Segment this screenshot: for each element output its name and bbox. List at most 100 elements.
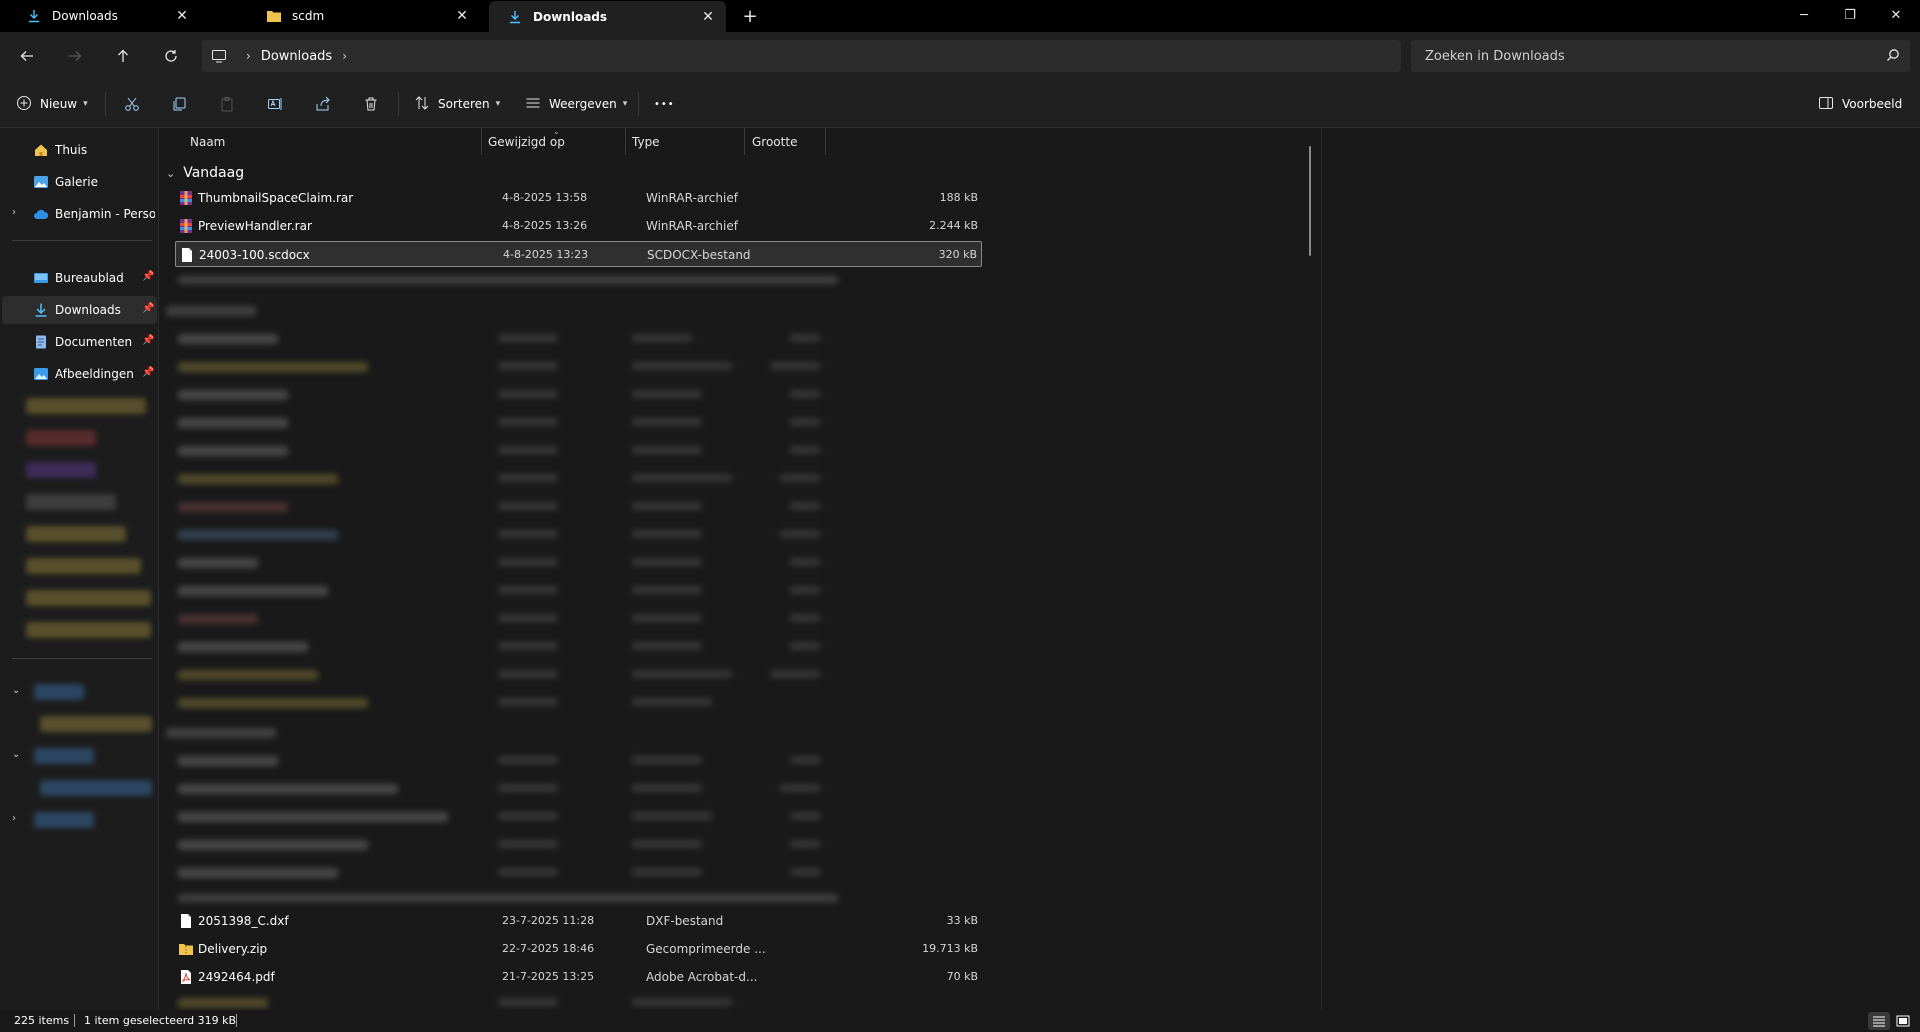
tab-downloads-active[interactable]: Downloads ✕	[489, 1, 726, 32]
chevron-down-icon: ▾	[622, 99, 628, 109]
selection-info: 1 item geselecteerd 319 kB	[84, 1014, 237, 1027]
divider	[236, 1014, 237, 1027]
column-header-size[interactable]: Grootte	[752, 128, 797, 156]
breadcrumb-downloads[interactable]: Downloads	[261, 49, 332, 64]
sidebar-item-documents[interactable]: Documenten 📌	[2, 328, 157, 356]
preview-pane	[1321, 128, 1920, 1010]
column-divider[interactable]	[744, 128, 745, 155]
chevron-right-icon[interactable]: ›	[12, 813, 16, 824]
up-arrow-icon[interactable]	[108, 41, 138, 71]
pdf-icon	[178, 969, 194, 985]
file-icon	[179, 247, 195, 263]
search-input[interactable]: Zoeken in Downloads	[1411, 40, 1910, 72]
rar-archive-icon	[178, 190, 194, 206]
file-row[interactable]: Delivery.zip 22-7-2025 18:46 Gecomprimee…	[175, 936, 982, 962]
address-row: › Downloads › Zoeken in Downloads	[0, 32, 1920, 80]
column-header-type[interactable]: Type	[632, 128, 660, 156]
file-name: 24003-100.scdocx	[199, 248, 310, 262]
back-arrow-icon[interactable]	[12, 41, 42, 71]
search-icon[interactable]	[1886, 48, 1900, 66]
file-name: 2492464.pdf	[198, 970, 275, 984]
view-button[interactable]: Weergeven ▾	[525, 90, 627, 118]
delete-icon[interactable]	[356, 90, 386, 118]
blurred-sidebar-item	[34, 748, 94, 764]
search-placeholder: Zoeken in Downloads	[1425, 48, 1565, 64]
pin-icon[interactable]: 📌	[142, 367, 154, 378]
close-tab-icon[interactable]: ✕	[172, 6, 192, 26]
new-label: Nieuw	[40, 97, 78, 111]
file-row-selected[interactable]: 24003-100.scdocx 4-8-2025 13:23 SCDOCX-b…	[175, 241, 982, 267]
file-row[interactable]: 2492464.pdf 21-7-2025 13:25 Adobe Acroba…	[175, 964, 982, 990]
file-date: 4-8-2025 13:58	[502, 191, 588, 204]
share-icon[interactable]	[308, 90, 338, 118]
file-list: Naam ⌄ Gewijzigd op Type Grootte ⌄ Vanda…	[160, 128, 1320, 1010]
column-header-modified[interactable]: Gewijzigd op	[488, 128, 565, 156]
this-pc-icon	[202, 49, 236, 63]
file-row[interactable]: 2051398_C.dxf 23-7-2025 11:28 DXF-bestan…	[175, 908, 982, 934]
preview-pane-button[interactable]: Voorbeeld	[1818, 90, 1902, 118]
column-divider[interactable]	[481, 128, 482, 155]
sort-icon	[414, 95, 430, 114]
sidebar-item-downloads[interactable]: Downloads 📌	[2, 296, 157, 324]
status-bar: 225 items 1 item geselecteerd 319 kB	[0, 1010, 1920, 1032]
close-tab-icon[interactable]: ✕	[452, 6, 472, 26]
minimize-icon[interactable]: ─	[1781, 0, 1827, 30]
copy-icon[interactable]	[164, 90, 194, 118]
rar-archive-icon	[178, 218, 194, 234]
blurred-sidebar-item	[40, 716, 152, 732]
preview-label: Voorbeeld	[1842, 97, 1903, 111]
sidebar-item-gallery[interactable]: Galerie	[2, 168, 157, 196]
chevron-down-icon[interactable]: ⌄	[12, 685, 20, 696]
blurred-sidebar-item	[34, 812, 94, 828]
sidebar-item-pictures[interactable]: Afbeeldingen 📌	[2, 360, 157, 388]
new-tab-button[interactable]: +	[738, 5, 762, 27]
close-window-icon[interactable]: ✕	[1873, 0, 1919, 30]
new-button[interactable]: Nieuw ▾	[16, 90, 88, 118]
sidebar-item-home[interactable]: Thuis	[2, 136, 157, 164]
close-tab-icon[interactable]: ✕	[698, 7, 718, 27]
file-type: DXF-bestand	[646, 914, 724, 928]
file-type: SCDOCX-bestand	[647, 248, 751, 262]
file-row[interactable]: PreviewHandler.rar 4-8-2025 13:26 WinRAR…	[175, 213, 982, 239]
divider	[638, 92, 639, 116]
blurred-sidebar-item	[26, 430, 96, 446]
download-icon	[33, 302, 49, 318]
address-bar[interactable]: › Downloads ›	[202, 40, 1401, 72]
sort-button[interactable]: Sorteren ▾	[414, 90, 500, 118]
pin-icon[interactable]: 📌	[142, 303, 154, 314]
view-list-icon	[525, 95, 541, 114]
refresh-icon[interactable]	[156, 41, 186, 71]
scrollbar[interactable]	[1309, 146, 1311, 256]
file-size: 320 kB	[938, 248, 977, 261]
tab-label: Downloads	[52, 9, 118, 23]
blurred-sidebar-item	[40, 780, 152, 796]
chevron-right-icon[interactable]: ›	[246, 49, 251, 63]
cut-icon[interactable]	[117, 90, 147, 118]
tab-scdm[interactable]: scdm ✕	[248, 0, 480, 32]
column-divider[interactable]	[625, 128, 626, 155]
tab-bar: Downloads ✕ scdm ✕ Downloads ✕ + ─ ❐ ✕	[0, 0, 1920, 32]
home-icon	[33, 142, 49, 158]
more-options-icon[interactable]: •••	[654, 90, 675, 118]
details-view-icon[interactable]	[1868, 1012, 1890, 1030]
column-header-name[interactable]: Naam	[190, 128, 225, 156]
chevron-down-icon[interactable]: ⌄	[12, 749, 20, 760]
restore-icon[interactable]: ❐	[1827, 0, 1873, 30]
blurred-sidebar-item	[26, 590, 151, 606]
tiles-view-icon[interactable]	[1892, 1012, 1914, 1030]
forward-arrow-icon[interactable]	[60, 41, 90, 71]
paste-icon[interactable]	[212, 90, 242, 118]
rename-icon[interactable]	[260, 90, 290, 118]
chevron-right-icon[interactable]: ›	[12, 207, 16, 218]
file-row[interactable]: ThumbnailSpaceClaim.rar 4-8-2025 13:58 W…	[175, 185, 982, 211]
desktop-icon	[33, 270, 49, 286]
column-divider[interactable]	[825, 128, 826, 155]
sidebar-item-desktop[interactable]: Bureaublad 📌	[2, 264, 157, 292]
sidebar-item-onedrive[interactable]: › Benjamin - Persoonlijk	[2, 200, 157, 228]
tab-downloads-1[interactable]: Downloads ✕	[8, 0, 200, 32]
file-name: 2051398_C.dxf	[198, 914, 289, 928]
group-header-today[interactable]: ⌄ Vandaag	[166, 163, 244, 183]
chevron-right-icon[interactable]: ›	[342, 49, 347, 63]
pin-icon[interactable]: 📌	[142, 271, 154, 282]
pin-icon[interactable]: 📌	[142, 335, 154, 346]
